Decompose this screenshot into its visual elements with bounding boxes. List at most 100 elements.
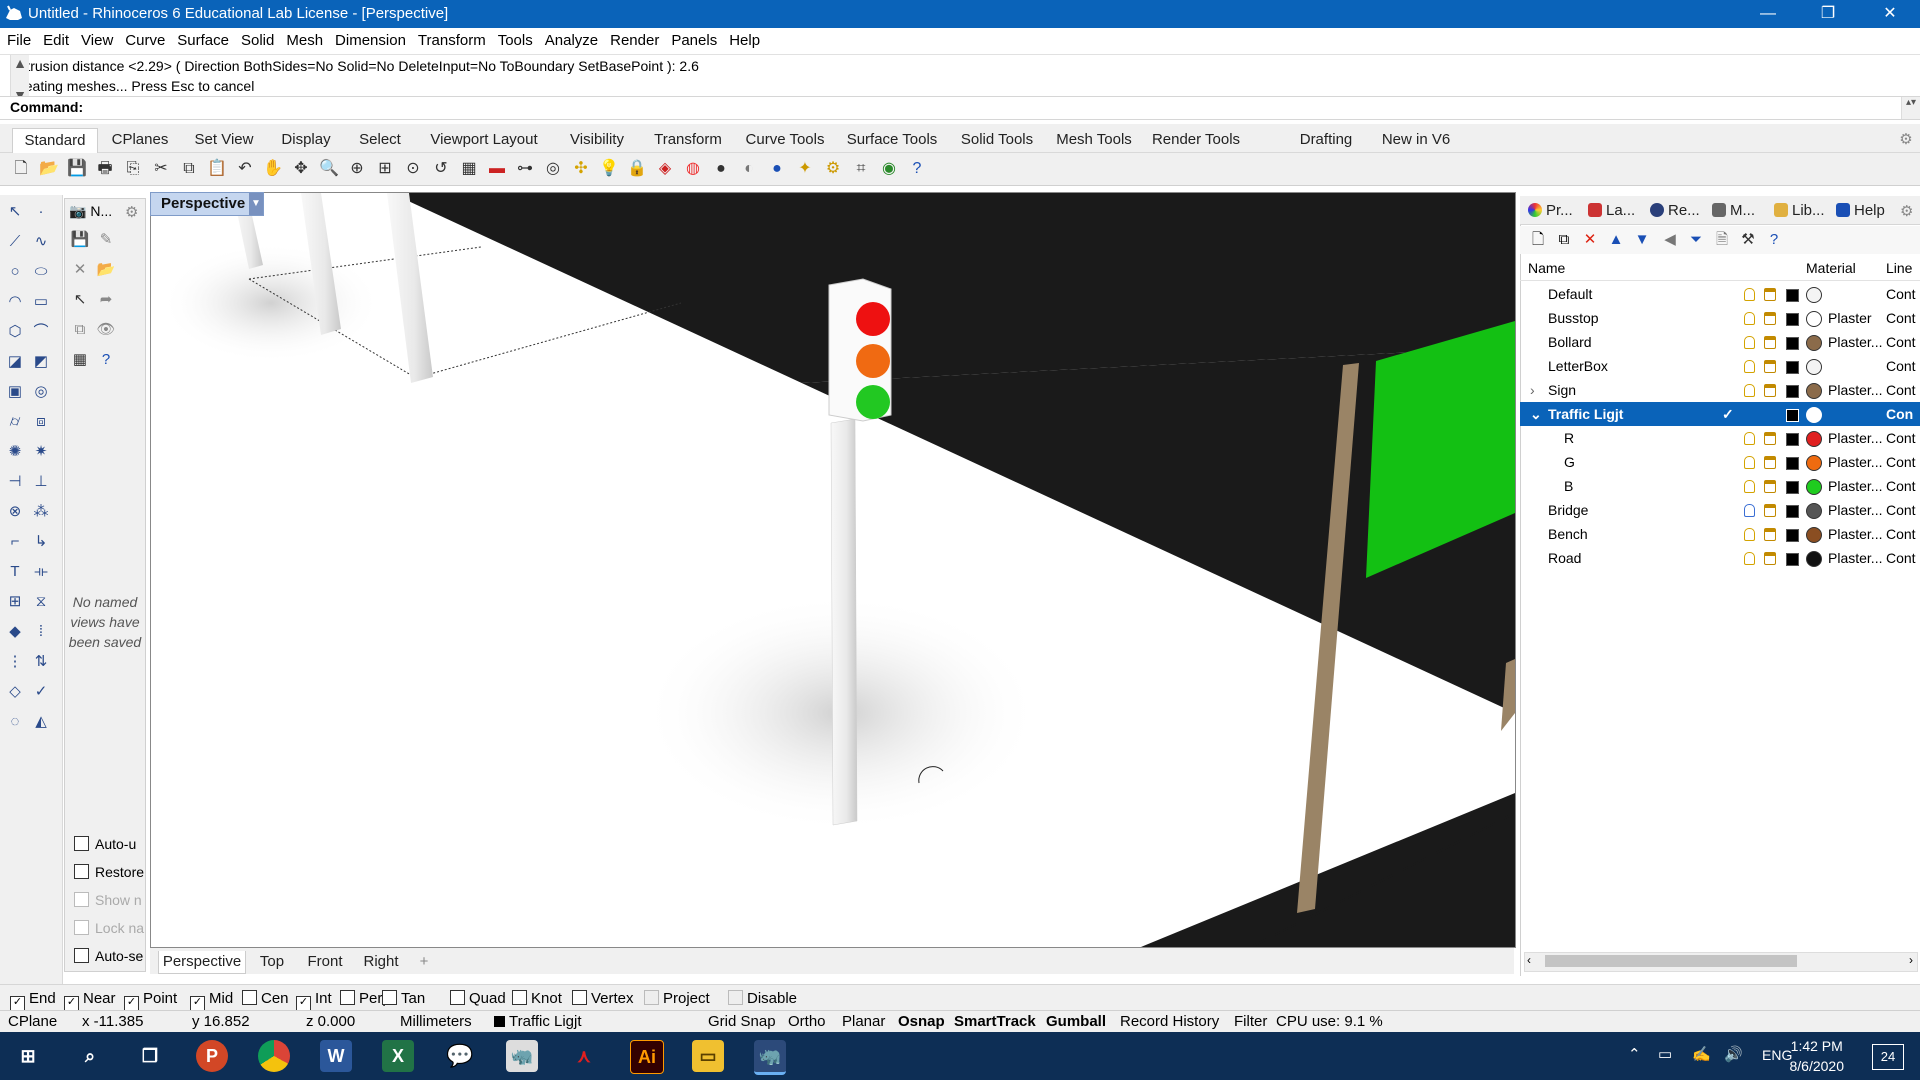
mesh-icon[interactable]: ⧈ <box>30 411 52 433</box>
status-record-history[interactable]: Record History <box>1120 1013 1219 1030</box>
command-line-spinner[interactable]: ▴▾ <box>1901 97 1920 119</box>
status-grid-snap[interactable]: Grid Snap <box>708 1013 776 1030</box>
osnap-end-checkbox[interactable]: ✓ End <box>10 990 56 1011</box>
layer-color-swatch[interactable] <box>1786 313 1799 326</box>
layer-name[interactable]: Default <box>1548 282 1592 306</box>
layer-lock-icon[interactable] <box>1764 528 1776 541</box>
light-bulb-icon[interactable]: 💡 <box>598 158 620 180</box>
lock-checkbox[interactable]: Lock na <box>74 920 144 936</box>
arrow-view-icon[interactable]: ➦ <box>95 289 117 311</box>
array-icon[interactable]: ⋮ <box>4 651 26 673</box>
layer-material[interactable]: Plaster... <box>1828 498 1882 522</box>
paste-icon[interactable]: 📋 <box>206 158 228 180</box>
word-icon[interactable]: W <box>320 1040 352 1072</box>
menu-mesh[interactable]: Mesh <box>280 28 329 54</box>
layer-linetype[interactable]: Cont <box>1886 546 1916 570</box>
powerpoint-icon[interactable]: P <box>196 1040 228 1072</box>
circle-icon[interactable]: ○ <box>4 261 26 283</box>
layer-row[interactable]: G Plaster... Cont <box>1520 450 1920 474</box>
globe-icon[interactable]: ◉ <box>878 158 900 180</box>
menu-tools[interactable]: Tools <box>492 28 539 54</box>
layer-color-swatch[interactable] <box>1786 385 1799 398</box>
layer-visibility-bulb-icon[interactable] <box>1744 336 1755 349</box>
search-icon[interactable]: ⌕ <box>74 1040 106 1072</box>
arc-icon[interactable]: ◠ <box>4 291 26 313</box>
status-cplane[interactable]: CPlane <box>8 1013 57 1030</box>
tab-libraries[interactable]: Lib... <box>1774 202 1825 219</box>
loft-icon[interactable]: ◩ <box>30 351 52 373</box>
rhino6-icon[interactable]: 🦏 <box>754 1040 786 1075</box>
layer-color-swatch[interactable] <box>1786 337 1799 350</box>
tab-new-in-v6[interactable]: New in V6 <box>1366 128 1466 152</box>
layer-linetype[interactable]: Cont <box>1886 498 1916 522</box>
render-sphere-icon[interactable]: ● <box>766 158 788 180</box>
select-arrow-icon[interactable]: ↖ <box>4 201 26 223</box>
material-swatch[interactable] <box>1806 455 1822 471</box>
menu-panels[interactable]: Panels <box>665 28 723 54</box>
delete-view-icon[interactable]: ✕ <box>69 259 91 281</box>
undo-icon[interactable]: ↶ <box>234 158 256 180</box>
open-file-icon[interactable]: 📂 <box>38 158 60 180</box>
status-smarttrack[interactable]: SmartTrack <box>954 1013 1036 1030</box>
menu-analyze[interactable]: Analyze <box>539 28 604 54</box>
layer-name[interactable]: Road <box>1548 546 1581 570</box>
layer-linetype[interactable]: Cont <box>1886 474 1916 498</box>
layer-linetype[interactable]: Cont <box>1886 378 1916 402</box>
layer-lock-icon[interactable] <box>1764 480 1776 493</box>
restore-view-icon[interactable]: ↖ <box>69 289 91 311</box>
menu-file[interactable]: File <box>0 28 37 54</box>
layer-state-icon[interactable]: 🗎 <box>1712 230 1732 250</box>
tab-render[interactable]: Re... <box>1650 202 1700 219</box>
layer-visibility-bulb-icon[interactable] <box>1744 360 1755 373</box>
cut-icon[interactable]: ✂ <box>150 158 172 180</box>
layers-help-icon[interactable]: ? <box>1764 230 1784 250</box>
status-units[interactable]: Millimeters <box>400 1013 472 1030</box>
restore-checkbox[interactable]: Restore <box>74 864 144 880</box>
menu-transform[interactable]: Transform <box>412 28 492 54</box>
tab-cplanes[interactable]: CPlanes <box>104 128 176 152</box>
delete-layer-icon[interactable]: ✕ <box>1580 230 1600 250</box>
layer-visibility-bulb-icon[interactable] <box>1744 528 1755 541</box>
tab-standard[interactable]: Standard <box>12 128 98 153</box>
material-swatch[interactable] <box>1806 383 1822 399</box>
layer-linetype[interactable]: Cont <box>1886 354 1916 378</box>
layer-linetype[interactable]: Cont <box>1886 522 1916 546</box>
tab-materials[interactable]: M... <box>1712 202 1755 219</box>
spotlight-icon[interactable]: ✦ <box>794 158 816 180</box>
layer-lock-icon[interactable] <box>1764 552 1776 565</box>
group-icon[interactable]: ⌗ <box>850 158 872 180</box>
minimize-button[interactable]: — <box>1740 0 1796 28</box>
layer-color-swatch[interactable] <box>1786 529 1799 542</box>
move-icon[interactable]: ✣ <box>570 158 592 180</box>
osnap-mid-checkbox[interactable]: ✓ Mid <box>190 990 233 1011</box>
osnap-knot-checkbox[interactable]: Knot <box>512 990 562 1007</box>
material-swatch[interactable] <box>1806 287 1822 303</box>
layer-row[interactable]: Bridge Plaster... Cont <box>1520 498 1920 522</box>
layer-name[interactable]: Bollard <box>1548 330 1592 354</box>
status-filter[interactable]: Filter <box>1234 1013 1267 1030</box>
pan-icon[interactable]: ✋ <box>262 158 284 180</box>
save-view-icon[interactable]: 💾 <box>69 229 91 251</box>
tab-surface-tools[interactable]: Surface Tools <box>840 128 944 152</box>
language-indicator[interactable]: ENG <box>1762 1047 1792 1063</box>
menu-solid[interactable]: Solid <box>235 28 280 54</box>
status-osnap[interactable]: Osnap <box>898 1013 945 1030</box>
osnap-int-checkbox[interactable]: ✓ Int <box>296 990 332 1011</box>
menu-edit[interactable]: Edit <box>37 28 75 54</box>
menu-render[interactable]: Render <box>604 28 665 54</box>
new-sublayer-icon[interactable]: ⧉ <box>1554 230 1574 250</box>
join-icon[interactable]: ⊗ <box>4 501 26 523</box>
surface-icon[interactable]: ◪ <box>4 351 26 373</box>
polyline-icon[interactable]: ⟋ <box>4 231 26 253</box>
notifications-icon[interactable]: 24 <box>1872 1044 1904 1070</box>
layer-visibility-bulb-icon[interactable] <box>1744 552 1755 565</box>
layer-visibility-bulb-icon[interactable] <box>1744 456 1755 469</box>
excel-icon[interactable]: X <box>382 1040 414 1072</box>
layer-lock-icon[interactable] <box>1764 384 1776 397</box>
tab-viewport-layout[interactable]: Viewport Layout <box>420 128 548 152</box>
scroll-left-icon[interactable]: ‹ <box>1527 953 1531 967</box>
layer-visibility-bulb-icon[interactable] <box>1744 480 1755 493</box>
tab-render-tools[interactable]: Render Tools <box>1146 128 1246 152</box>
solid-box-icon[interactable]: ◆ <box>4 621 26 643</box>
rhino-icon[interactable]: 🦏 <box>506 1040 538 1072</box>
